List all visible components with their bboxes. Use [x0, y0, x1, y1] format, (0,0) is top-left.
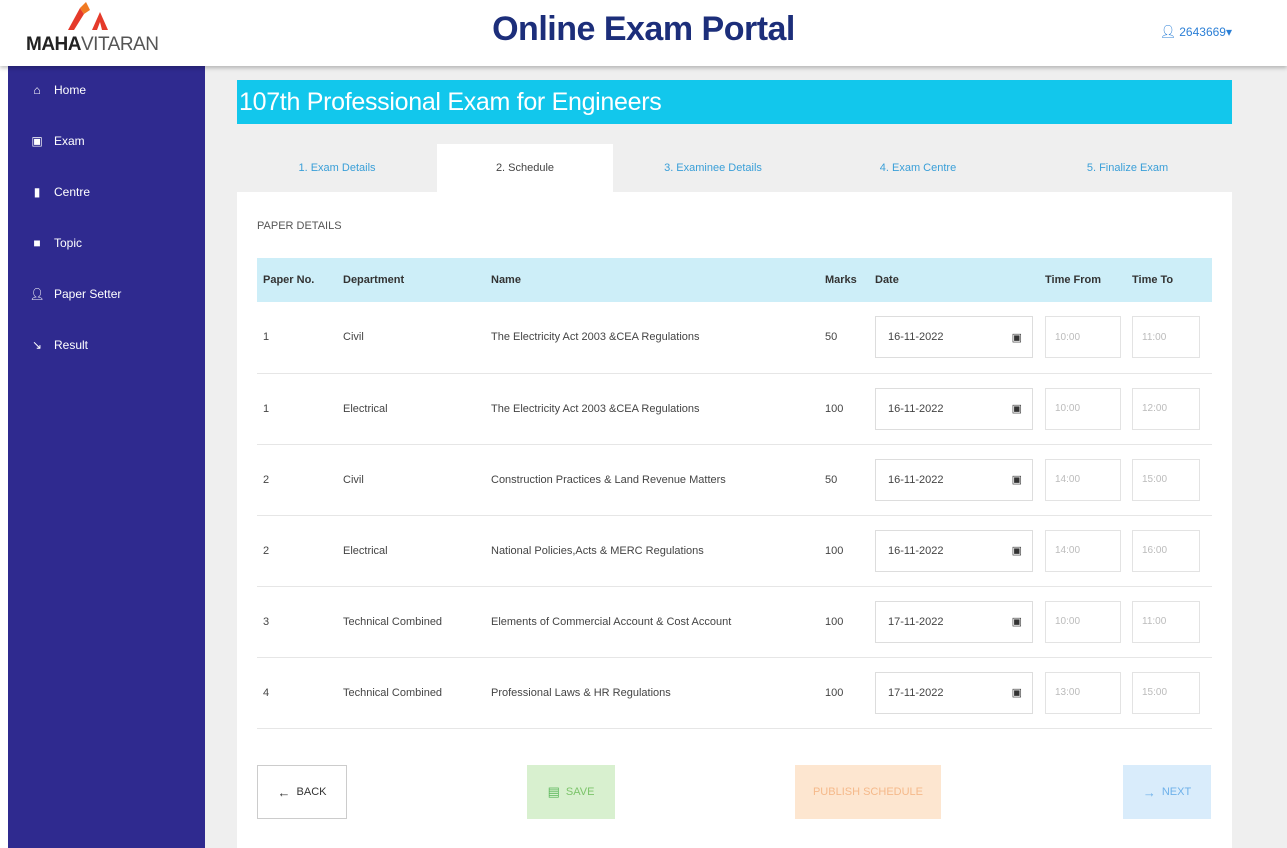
calendar-icon[interactable]: ▣ [1012, 544, 1022, 557]
step-tabs: 1. Exam Details 2. Schedule 3. Examinee … [237, 144, 1232, 192]
chart-icon: ↘ [31, 338, 43, 352]
calendar-icon[interactable]: ▣ [1012, 686, 1022, 699]
tab-exam-details[interactable]: 1. Exam Details [237, 144, 437, 192]
date-input[interactable]: 17-11-2022 ▣ [875, 600, 1033, 643]
top-header: MAHAVITARAN Online Exam Portal 👤︎ 2643669… [0, 0, 1287, 66]
tab-schedule[interactable]: 2. Schedule [437, 144, 613, 192]
paper-no-cell: 2 [257, 444, 337, 516]
sidebar-item-exam[interactable]: ▣ Exam [28, 129, 84, 153]
marks-cell: 100 [819, 586, 869, 658]
paper-name-cell: The Electricity Act 2003 &CEA Regulation… [485, 373, 819, 445]
sidebar: ⌂ Home ▣ Exam ▮ Centre ■ Topic 👤︎ Paper Sette… [8, 66, 205, 848]
date-input[interactable]: 16-11-2022 ▣ [875, 387, 1033, 430]
paper-no-cell: 3 [257, 586, 337, 658]
marks-cell: 50 [819, 444, 869, 516]
time-from-input[interactable]: 14:00 [1045, 529, 1121, 572]
user-icon: 👤︎ [1159, 24, 1177, 39]
time-from-input[interactable]: 14:00 [1045, 458, 1121, 501]
time-from-input[interactable]: 10:00 [1045, 316, 1121, 359]
paper-name-cell: Professional Laws & HR Regulations [485, 657, 819, 729]
calendar-icon[interactable]: ▣ [1012, 473, 1022, 486]
table-row: 4 Technical Combined Professional Laws &… [257, 657, 1212, 729]
time-to-input[interactable]: 11:00 [1132, 600, 1200, 643]
column-header: Marks [825, 274, 857, 286]
paper-no-cell: 1 [257, 302, 337, 374]
time-to-input[interactable]: 15:00 [1132, 671, 1200, 714]
department-cell: Technical Combined [337, 657, 485, 729]
back-button[interactable]: ← BACK [257, 765, 347, 819]
paper-no-cell: 2 [257, 515, 337, 587]
table-row: 2 Electrical National Policies,Acts & ME… [257, 515, 1212, 587]
tab-examinee-details[interactable]: 3. Examinee Details [613, 144, 813, 192]
sidebar-item-paper-setter[interactable]: 👤︎ Paper Setter [28, 282, 121, 306]
time-to-input[interactable]: 15:00 [1132, 458, 1200, 501]
building-icon: ▮ [33, 185, 41, 199]
time-from-input[interactable]: 10:00 [1045, 600, 1121, 643]
arrow-left-icon: ← [277, 784, 291, 800]
calendar-icon[interactable]: ▣ [1012, 402, 1022, 415]
paper-name-cell: Elements of Commercial Account & Cost Ac… [485, 586, 819, 658]
department-cell: Civil [337, 302, 485, 374]
date-input[interactable]: 17-11-2022 ▣ [875, 671, 1033, 714]
paper-name-cell: National Policies,Acts & MERC Regulation… [485, 515, 819, 587]
column-header: Paper No. [263, 274, 315, 286]
department-cell: Electrical [337, 373, 485, 445]
table-row: 1 Electrical The Electricity Act 2003 &C… [257, 373, 1212, 445]
arrow-right-icon: → [1142, 784, 1156, 800]
marks-cell: 100 [819, 515, 869, 587]
department-cell: Civil [337, 444, 485, 516]
main-content: 107th Professional Exam for Engineers 1.… [205, 66, 1287, 848]
user-menu[interactable]: 👤︎ 2643669▾ [1160, 24, 1232, 40]
time-from-input[interactable]: 13:00 [1045, 671, 1121, 714]
department-cell: Electrical [337, 515, 485, 587]
date-input[interactable]: 16-11-2022 ▣ [875, 316, 1033, 359]
exam-title-banner: 107th Professional Exam for Engineers [237, 80, 1232, 124]
calendar-icon[interactable]: ▣ [1012, 615, 1022, 628]
table-header-row: Paper No. Department Name Marks Date Tim… [257, 258, 1212, 302]
time-to-input[interactable]: 11:00 [1132, 316, 1200, 359]
save-button[interactable]: ▤ SAVE [527, 765, 615, 819]
sidebar-item-home[interactable]: ⌂ Home [28, 78, 86, 102]
paper-no-cell: 4 [257, 657, 337, 729]
monitor-icon: ▣ [31, 134, 43, 148]
home-icon: ⌂ [33, 83, 41, 97]
section-label: PAPER DETAILS [257, 220, 342, 232]
sidebar-item-result[interactable]: ↘ Result [28, 333, 88, 357]
time-to-input[interactable]: 12:00 [1132, 387, 1200, 430]
column-header: Time From [1045, 274, 1102, 286]
time-from-input[interactable]: 10:00 [1045, 387, 1121, 430]
tab-finalize-exam[interactable]: 5. Finalize Exam [1023, 144, 1232, 192]
column-header: Name [491, 274, 521, 286]
column-header: Date [875, 274, 899, 286]
user-icon: 👤︎ [29, 287, 45, 301]
sidebar-item-topic[interactable]: ■ Topic [28, 231, 82, 255]
calendar-icon[interactable]: ▣ [1012, 331, 1022, 344]
paper-details-table: Paper No. Department Name Marks Date Tim… [257, 258, 1212, 729]
chevron-down-icon: ▾ [1225, 25, 1232, 39]
book-icon: ■ [33, 236, 41, 250]
marks-cell: 100 [819, 373, 869, 445]
table-row: 1 Civil The Electricity Act 2003 &CEA Re… [257, 302, 1212, 374]
column-header: Time To [1132, 274, 1174, 286]
table-row: 2 Civil Construction Practices & Land Re… [257, 444, 1212, 516]
time-to-input[interactable]: 16:00 [1132, 529, 1200, 572]
paper-no-cell: 1 [257, 373, 337, 445]
user-id: 2643669 [1179, 25, 1226, 39]
paper-name-cell: Construction Practices & Land Revenue Ma… [485, 444, 819, 516]
portal-title: Online Exam Portal [492, 10, 795, 48]
table-row: 3 Technical Combined Elements of Commerc… [257, 586, 1212, 658]
marks-cell: 100 [819, 657, 869, 729]
next-button[interactable]: → NEXT [1123, 765, 1211, 819]
department-cell: Technical Combined [337, 586, 485, 658]
paper-name-cell: The Electricity Act 2003 &CEA Regulation… [485, 302, 819, 374]
floppy-disk-icon: ▤ [547, 784, 560, 799]
schedule-card: PAPER DETAILS Paper No. Department Name … [237, 192, 1232, 848]
date-input[interactable]: 16-11-2022 ▣ [875, 529, 1033, 572]
marks-cell: 50 [819, 302, 869, 374]
tab-exam-centre[interactable]: 4. Exam Centre [813, 144, 1023, 192]
column-header: Department [343, 274, 405, 286]
publish-schedule-button[interactable]: PUBLISH SCHEDULE [795, 765, 941, 819]
date-input[interactable]: 16-11-2022 ▣ [875, 458, 1033, 501]
sidebar-item-centre[interactable]: ▮ Centre [28, 180, 90, 204]
